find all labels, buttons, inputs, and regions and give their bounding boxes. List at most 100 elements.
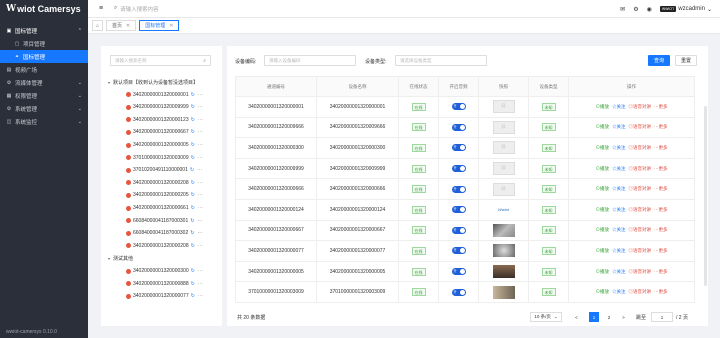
play-button[interactable]: ⊙播放 bbox=[596, 207, 610, 213]
tab-gb-manage[interactable]: 国标管理 ✕ bbox=[139, 20, 180, 31]
audio-toggle[interactable]: 开 bbox=[451, 247, 466, 255]
refresh-icon[interactable]: ↻ bbox=[191, 155, 195, 161]
play-button[interactable]: ⊙播放 bbox=[596, 124, 610, 130]
tree-device-node[interactable]: 37010200491110000001 ↻ ⋯ bbox=[126, 167, 202, 173]
page-1-button[interactable]: 1 bbox=[589, 312, 599, 322]
voice-talk-button[interactable]: ◎语音对讲 bbox=[629, 145, 652, 151]
query-button[interactable]: 查询 bbox=[648, 55, 670, 66]
settings-icon[interactable]: ⚙ bbox=[633, 6, 638, 13]
play-button[interactable]: ⊙播放 bbox=[596, 248, 610, 254]
refresh-icon[interactable]: ↻ bbox=[190, 218, 194, 224]
voice-talk-button[interactable]: ◎语音对讲 bbox=[629, 104, 652, 110]
more-button[interactable]: ⋯更多 bbox=[654, 289, 668, 295]
more-icon[interactable]: ⋯ bbox=[198, 268, 203, 274]
caret-down-icon[interactable]: ▾ bbox=[108, 80, 110, 85]
tree-device-node[interactable]: 34020000001320000300 ↻ ⋯ bbox=[126, 268, 203, 274]
audio-toggle[interactable]: 开 bbox=[451, 103, 466, 111]
sidebar-item-video-square[interactable]: ▤ 视频广场 bbox=[0, 63, 88, 76]
refresh-icon[interactable]: ↻ bbox=[191, 281, 195, 287]
snapshot-thumbnail[interactable]: ⊡ bbox=[492, 120, 515, 134]
tree-search-input[interactable]: 请输入搜索名称 ⌕ bbox=[110, 55, 211, 66]
favorite-button[interactable]: ☆关注 bbox=[612, 145, 626, 151]
tree-device-node[interactable]: 34020000001320000005 ↻ ⋯ bbox=[126, 142, 203, 148]
audio-toggle[interactable]: 开 bbox=[451, 288, 466, 296]
more-icon[interactable]: ⋯ bbox=[198, 281, 203, 287]
more-icon[interactable]: ⋯ bbox=[198, 117, 203, 123]
vertical-scrollbar[interactable] bbox=[704, 106, 707, 286]
snapshot-thumbnail[interactable]: ⊡ bbox=[492, 100, 515, 114]
refresh-icon[interactable]: ↻ bbox=[191, 129, 195, 135]
sidebar-item-project[interactable]: ▢ 项目管理 bbox=[0, 37, 88, 50]
audio-toggle[interactable]: 开 bbox=[451, 226, 466, 234]
audio-toggle[interactable]: 开 bbox=[451, 268, 466, 276]
sidebar-item-gb-manage[interactable]: ⚭ 国标管理 bbox=[0, 50, 88, 63]
refresh-icon[interactable]: ↻ bbox=[190, 167, 194, 173]
snapshot-thumbnail[interactable]: ⊡ bbox=[492, 141, 515, 155]
voice-talk-button[interactable]: ◎语音对讲 bbox=[629, 166, 652, 172]
tree-device-node[interactable]: 34020000001320000208 ↻ ⋯ bbox=[126, 243, 203, 249]
more-button[interactable]: ⋯更多 bbox=[654, 124, 668, 130]
snapshot-thumbnail[interactable] bbox=[492, 223, 515, 237]
tree-device-node[interactable]: 34020000001320009999 ↻ ⋯ bbox=[126, 104, 203, 110]
refresh-icon[interactable]: ↻ bbox=[191, 192, 195, 198]
page-size-select[interactable]: 10 条/页 ⌄ bbox=[530, 312, 562, 322]
refresh-icon[interactable]: ↻ bbox=[191, 117, 195, 123]
more-button[interactable]: ⋯更多 bbox=[654, 248, 668, 254]
audio-toggle[interactable]: 开 bbox=[451, 144, 466, 152]
refresh-icon[interactable]: ↻ bbox=[191, 293, 195, 299]
tree-device-node[interactable]: 66084000041187000302 ↻ ⋯ bbox=[126, 230, 202, 236]
more-icon[interactable]: ⋯ bbox=[198, 243, 203, 249]
sidebar-item-monitor[interactable]: ◫ 系统监控 ⌄ bbox=[0, 115, 88, 128]
snapshot-thumbnail[interactable]: Wwiot bbox=[492, 203, 515, 217]
more-button[interactable]: ⋯更多 bbox=[654, 186, 668, 192]
voice-talk-button[interactable]: ◎语音对讲 bbox=[629, 186, 652, 192]
tree-device-node[interactable]: 34020000001320000001 ↻ ⋯ bbox=[126, 92, 203, 98]
more-icon[interactable]: ⋯ bbox=[198, 192, 203, 198]
more-icon[interactable]: ⋯ bbox=[198, 205, 203, 211]
favorite-button[interactable]: ☆关注 bbox=[612, 227, 626, 233]
voice-talk-button[interactable]: ◎语音对讲 bbox=[629, 207, 652, 213]
audio-toggle[interactable]: 开 bbox=[451, 185, 466, 193]
sidebar-item-system[interactable]: ⚙ 系统管理 ⌄ bbox=[0, 102, 88, 115]
favorite-button[interactable]: ☆关注 bbox=[612, 104, 626, 110]
refresh-icon[interactable]: ↻ bbox=[190, 230, 194, 236]
more-icon[interactable]: ⋯ bbox=[198, 180, 203, 186]
home-tab-icon[interactable]: ⌂ bbox=[92, 20, 104, 31]
more-button[interactable]: ⋯更多 bbox=[654, 207, 668, 213]
sidebar-item-permission[interactable]: ▦ 权限管理 ⌄ bbox=[0, 89, 88, 102]
more-button[interactable]: ⋯更多 bbox=[654, 145, 668, 151]
tree-device-node[interactable]: 34020000001320000205 ↻ ⋯ bbox=[126, 192, 203, 198]
sidebar-item-gb-root[interactable]: ▣ 国标管理 ⌃ bbox=[0, 24, 88, 37]
voice-talk-button[interactable]: ◎语音对讲 bbox=[629, 248, 652, 254]
reset-button[interactable]: 重置 bbox=[675, 55, 697, 66]
play-button[interactable]: ⊙播放 bbox=[596, 289, 610, 295]
favorite-button[interactable]: ☆关注 bbox=[612, 124, 626, 130]
voice-talk-button[interactable]: ◎语音对讲 bbox=[629, 289, 652, 295]
audio-toggle[interactable]: 开 bbox=[451, 123, 466, 131]
tree-device-node[interactable]: 37010000001320003009 ↻ ⋯ bbox=[126, 155, 203, 161]
favorite-button[interactable]: ☆关注 bbox=[612, 289, 626, 295]
favorite-button[interactable]: ☆关注 bbox=[612, 186, 626, 192]
more-icon[interactable]: ⋯ bbox=[198, 142, 203, 148]
sidebar-item-media[interactable]: ⚙ 流媒体管理 ⌄ bbox=[0, 76, 88, 89]
favorite-button[interactable]: ☆关注 bbox=[612, 269, 626, 275]
device-type-select[interactable]: 请选择设备类型 bbox=[395, 55, 487, 66]
refresh-icon[interactable]: ↻ bbox=[191, 268, 195, 274]
tab-home[interactable]: 首页 ✕ bbox=[106, 20, 137, 31]
global-search[interactable]: ⌕ 请输入搜索内容 bbox=[114, 5, 159, 13]
close-icon[interactable]: ✕ bbox=[169, 23, 173, 29]
favorite-button[interactable]: ☆关注 bbox=[612, 166, 626, 172]
more-button[interactable]: ⋯更多 bbox=[654, 166, 668, 172]
snapshot-thumbnail[interactable] bbox=[492, 265, 515, 279]
voice-talk-button[interactable]: ◎语音对讲 bbox=[629, 227, 652, 233]
more-icon[interactable]: ⋯ bbox=[198, 104, 203, 110]
snapshot-thumbnail[interactable] bbox=[492, 285, 515, 299]
menu-fold-icon[interactable]: ≡ bbox=[94, 5, 108, 12]
play-button[interactable]: ⊙播放 bbox=[596, 186, 610, 192]
play-button[interactable]: ⊙播放 bbox=[596, 145, 610, 151]
voice-talk-button[interactable]: ◎语音对讲 bbox=[629, 124, 652, 130]
mail-icon[interactable]: ✉ bbox=[620, 6, 625, 13]
play-button[interactable]: ⊙播放 bbox=[596, 269, 610, 275]
more-button[interactable]: ⋯更多 bbox=[654, 269, 668, 275]
audio-toggle[interactable]: 开 bbox=[451, 206, 466, 214]
